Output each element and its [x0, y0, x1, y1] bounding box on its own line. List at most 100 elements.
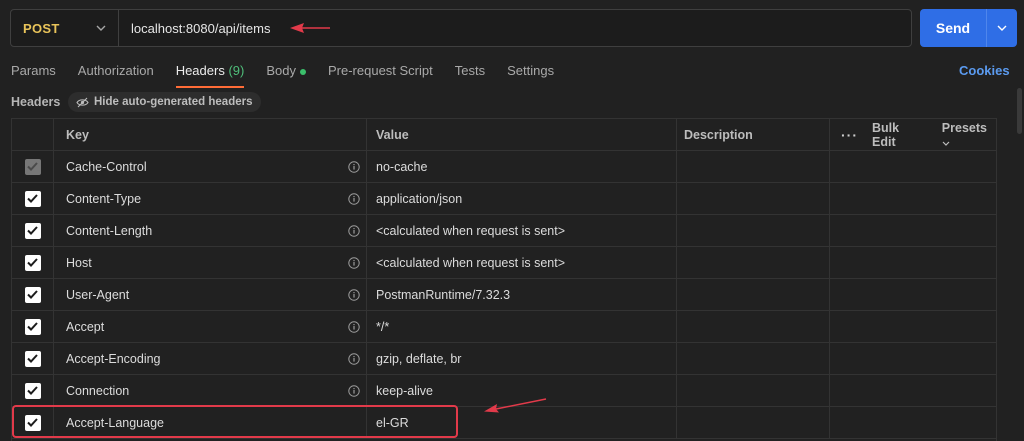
row-key: Cache-Control	[66, 159, 147, 174]
more-options-icon[interactable]: ···	[841, 127, 858, 143]
row-description-cell[interactable]	[677, 311, 830, 342]
row-description-cell[interactable]	[677, 279, 830, 310]
row-checkbox[interactable]	[24, 286, 41, 303]
table-body: Cache-Control no-cache Content-Type applica…	[12, 151, 996, 439]
row-checkbox[interactable]	[24, 318, 41, 335]
bulk-edit-button[interactable]: Bulk Edit	[872, 121, 924, 149]
row-value-cell[interactable]: PostmanRuntime/7.32.3	[367, 279, 677, 310]
row-actions-cell	[830, 407, 996, 438]
row-key-cell[interactable]: Connection	[54, 375, 367, 406]
row-key-cell[interactable]: Content-Type	[54, 183, 367, 214]
row-value: keep-alive	[376, 383, 433, 398]
table-row: User-Agent PostmanRuntime/7.32.3	[12, 279, 996, 311]
row-value-cell[interactable]: application/json	[367, 183, 677, 214]
row-actions-cell	[830, 343, 996, 374]
row-checkbox[interactable]	[24, 382, 41, 399]
row-checkbox[interactable]	[24, 254, 41, 271]
row-description-cell[interactable]	[677, 343, 830, 374]
presets-label: Presets	[941, 120, 987, 135]
headers-table: Key Value Description ··· Bulk Edit Pres…	[11, 118, 997, 441]
checkmark-icon	[27, 226, 38, 235]
row-value-cell[interactable]: <calculated when request is sent>	[367, 247, 677, 278]
method-label: POST	[23, 20, 60, 36]
chevron-down-icon	[96, 22, 106, 34]
chevron-down-icon	[942, 141, 950, 146]
checkmark-icon	[27, 290, 38, 299]
url-input[interactable]	[119, 10, 911, 46]
info-icon[interactable]	[348, 256, 360, 269]
checkmark-icon	[27, 386, 38, 395]
send-button[interactable]: Send	[920, 9, 1017, 47]
info-icon[interactable]	[348, 352, 360, 365]
info-icon[interactable]	[348, 384, 360, 397]
row-value-cell[interactable]: el-GR	[367, 407, 677, 438]
row-value-cell[interactable]: */*	[367, 311, 677, 342]
info-icon[interactable]	[348, 224, 360, 237]
column-value-label: Value	[376, 127, 409, 142]
row-value: application/json	[376, 191, 463, 206]
scrollbar[interactable]	[1017, 88, 1022, 134]
row-key: Content-Type	[66, 191, 142, 206]
info-icon[interactable]	[348, 288, 360, 301]
tab-params[interactable]: Params	[11, 63, 56, 87]
hide-auto-headers-label: Hide auto-generated headers	[94, 96, 253, 108]
column-key: Key	[54, 119, 367, 150]
headers-section-title: Headers	[11, 95, 61, 109]
row-key-cell[interactable]: Host	[54, 247, 367, 278]
row-key-cell[interactable]: Cache-Control	[54, 151, 367, 182]
table-row: Accept-Language el-GR	[12, 407, 996, 439]
row-key-cell[interactable]: Accept	[54, 311, 367, 342]
row-value-cell[interactable]: no-cache	[367, 151, 677, 182]
presets-dropdown[interactable]: Presets	[942, 121, 996, 149]
cookies-link[interactable]: Cookies	[959, 63, 1010, 78]
row-checkbox[interactable]	[24, 414, 41, 431]
tab-authorization[interactable]: Authorization	[78, 63, 154, 87]
row-checkbox[interactable]	[24, 190, 41, 207]
tab-pre-request-script[interactable]: Pre-request Script	[328, 63, 433, 87]
row-check-cell	[12, 407, 54, 438]
row-description-cell[interactable]	[677, 151, 830, 182]
method-select[interactable]: POST	[11, 10, 119, 46]
row-description-cell[interactable]	[677, 375, 830, 406]
tab-settings[interactable]: Settings	[507, 63, 554, 87]
row-key-cell[interactable]: User-Agent	[54, 279, 367, 310]
tab-body[interactable]: Body	[266, 63, 306, 87]
column-value: Value	[367, 119, 677, 150]
row-description-cell[interactable]	[677, 183, 830, 214]
table-header-row: Key Value Description ··· Bulk Edit Pres…	[12, 119, 996, 151]
column-key-label: Key	[66, 127, 89, 142]
row-checkbox[interactable]	[24, 158, 41, 175]
row-description-cell[interactable]	[677, 215, 830, 246]
row-key-cell[interactable]: Content-Length	[54, 215, 367, 246]
row-description-cell[interactable]	[677, 407, 830, 438]
hide-auto-headers-button[interactable]: Hide auto-generated headers	[68, 92, 262, 112]
row-value-cell[interactable]: keep-alive	[367, 375, 677, 406]
row-checkbox[interactable]	[24, 350, 41, 367]
table-row: Connection keep-alive	[12, 375, 996, 407]
tab-headers-label: Headers	[175, 63, 225, 78]
row-key-cell[interactable]: Accept-Language	[54, 407, 367, 438]
column-description: Description	[677, 119, 830, 150]
row-key-cell[interactable]: Accept-Encoding	[54, 343, 367, 374]
row-check-cell	[12, 151, 54, 182]
row-actions-cell	[830, 215, 996, 246]
row-checkbox[interactable]	[24, 222, 41, 239]
tab-tests[interactable]: Tests	[455, 63, 485, 87]
table-row: Accept-Encoding gzip, deflate, br	[12, 343, 996, 375]
checkmark-icon	[27, 258, 38, 267]
row-description-cell[interactable]	[677, 247, 830, 278]
row-value-cell[interactable]: <calculated when request is sent>	[367, 215, 677, 246]
info-icon[interactable]	[348, 320, 360, 333]
tab-body-label: Body	[266, 63, 296, 78]
info-icon[interactable]	[348, 192, 360, 205]
chevron-down-icon[interactable]	[987, 22, 1017, 34]
row-actions-cell	[830, 151, 996, 182]
body-status-dot-icon	[299, 68, 306, 75]
row-check-cell	[12, 279, 54, 310]
info-icon[interactable]	[348, 160, 360, 173]
tab-headers[interactable]: Headers (9)	[175, 63, 244, 88]
row-value-cell[interactable]: gzip, deflate, br	[367, 343, 677, 374]
row-key: Content-Length	[66, 223, 153, 238]
header-check-cell	[12, 119, 54, 150]
table-actions: ··· Bulk Edit Presets	[830, 119, 996, 150]
